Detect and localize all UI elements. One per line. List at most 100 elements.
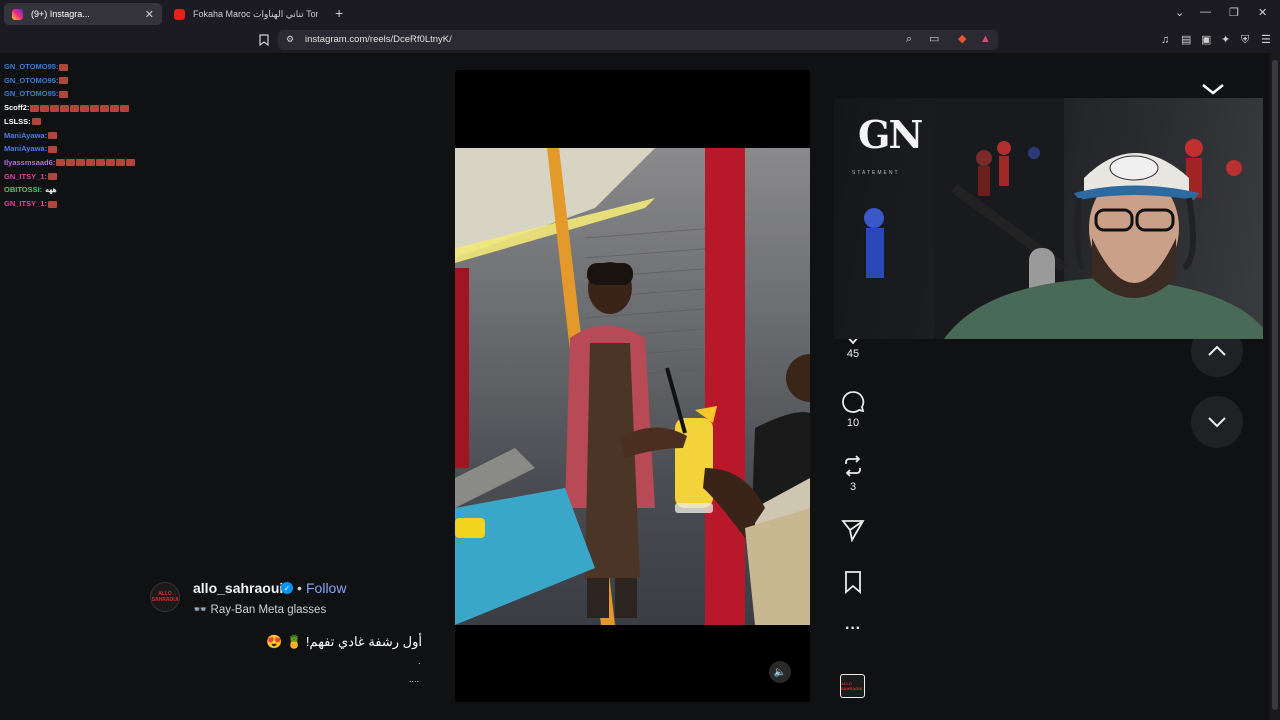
- tab-youtube[interactable]: Fokaha Maroc تناني الهناوات Tona2i l...: [166, 3, 326, 25]
- tab-title: (9+) Instagra...: [31, 9, 90, 19]
- chat-emote-icon: [116, 159, 126, 167]
- chat-emote-icon: [59, 77, 69, 85]
- chat-message: GN_OTOMO95:: [4, 87, 135, 101]
- tab-title: Fokaha Maroc تناني الهناوات Tona2i l...: [193, 8, 318, 19]
- more-options-icon[interactable]: ···: [838, 620, 868, 638]
- video-scene: [455, 148, 810, 625]
- chat-username: GN_OTOMO95:: [4, 62, 59, 71]
- chat-username: GN_ITSY_1:: [4, 171, 47, 181]
- chat-text: ههه: [45, 185, 57, 195]
- chat-emote-icon: [120, 104, 130, 112]
- chat-emote-icon: [47, 173, 57, 181]
- chat-emote-icon: [80, 104, 90, 112]
- audio-thumbnail[interactable]: ALLO SAHRAOUI: [840, 674, 865, 698]
- minimize-icon[interactable]: —: [1200, 6, 1211, 18]
- video-frame[interactable]: [455, 148, 810, 625]
- instagram-icon: [12, 8, 23, 20]
- brave-rewards-icon[interactable]: ▲: [980, 34, 991, 45]
- chat-username: ManiAyawa:: [4, 130, 48, 140]
- chat-message: GN_OTOMO95:: [4, 74, 135, 88]
- chat-emote-icon: [66, 159, 76, 167]
- channel-logo-subtitle: STATEMENT: [852, 170, 900, 176]
- avatar[interactable]: ALLO SAHRAOUI: [150, 582, 180, 612]
- chat-emote-icon: [50, 104, 60, 112]
- chat-emote-icon: [70, 104, 80, 112]
- chat-message: ManiAyawa:: [4, 129, 135, 143]
- follow-button[interactable]: Follow: [306, 580, 346, 596]
- tab-list-icon[interactable]: ⌄: [1175, 6, 1184, 19]
- comment-button[interactable]: 10: [838, 390, 868, 429]
- scrollbar-thumb[interactable]: [1272, 60, 1278, 710]
- youtube-icon: [174, 8, 185, 20]
- chat-emote-icon: [59, 90, 69, 98]
- audio-thumbnail-logo: ALLO SAHRAOUI: [841, 681, 863, 691]
- volume-icon[interactable]: 🔈: [769, 661, 791, 683]
- repost-count: 3: [849, 481, 857, 493]
- comment-icon: [842, 391, 865, 413]
- next-reel-button[interactable]: [1191, 396, 1243, 448]
- chat-emote-icon: [96, 159, 106, 167]
- chat-emote-icon: [60, 104, 70, 112]
- repost-button[interactable]: 3: [838, 454, 868, 493]
- close-window-icon[interactable]: ✕: [1258, 6, 1267, 19]
- chat-username: GN_OTOMO95:: [4, 89, 59, 99]
- tab-instagram[interactable]: (9+) Instagra... ✕: [4, 3, 162, 25]
- chat-emote-icon: [59, 63, 69, 71]
- username[interactable]: allo_sahraoui: [193, 580, 283, 596]
- chat-emote-icon: [48, 132, 58, 140]
- caption-more[interactable]: ....: [409, 674, 419, 684]
- tab-strip: (9+) Instagra... ✕ Fokaha Maroc تناني ال…: [0, 0, 1280, 27]
- close-tab-icon[interactable]: ✕: [145, 8, 154, 21]
- cast-icon[interactable]: ▭: [929, 34, 939, 45]
- chat-username: GN_OTOMO95:: [4, 75, 59, 85]
- chat-message: Ilyassmsaad6:: [4, 156, 136, 170]
- chat-emote-icon: [48, 145, 58, 153]
- leo-ai-icon[interactable]: ✦: [1221, 35, 1230, 46]
- brave-shield-icon[interactable]: ◆: [958, 34, 966, 45]
- chat-username: Ilyassmsaad6:: [4, 157, 56, 167]
- audio-info[interactable]: 👓 Ray-Ban Meta glasses: [193, 602, 326, 616]
- chevron-down-icon[interactable]: [1200, 82, 1226, 101]
- chat-username: LSLSS:: [4, 116, 31, 126]
- menu-icon[interactable]: ☰: [1261, 35, 1271, 46]
- separator-dot: •: [297, 580, 302, 596]
- wallet-icon[interactable]: ▣: [1201, 35, 1211, 46]
- chat-emote-icon: [100, 104, 110, 112]
- chat-emote-icon: [110, 104, 120, 112]
- vpn-icon[interactable]: ⛨: [1241, 35, 1249, 46]
- repost-icon: [845, 455, 861, 477]
- restore-icon[interactable]: ❐: [1229, 6, 1239, 19]
- chat-message: Scoff2:: [4, 101, 135, 115]
- share-button[interactable]: [838, 518, 868, 542]
- bookmark-icon: [845, 571, 861, 594]
- chat-emote-icon: [76, 159, 86, 167]
- zoom-icon[interactable]: ⌕: [906, 34, 912, 45]
- chat-message: ManiAyawa:: [4, 142, 135, 156]
- chevron-down-icon: [1208, 417, 1226, 428]
- media-icon[interactable]: ♫: [1161, 35, 1169, 46]
- chat-message: OBITOSSI: ههه: [4, 183, 135, 197]
- sidebar-icon[interactable]: ▤: [1181, 35, 1191, 46]
- reel-video-player[interactable]: 🔈: [455, 70, 810, 702]
- verified-badge-icon: ✓: [281, 582, 293, 594]
- comment-count: 10: [846, 417, 860, 429]
- chat-emote-icon: [56, 159, 66, 167]
- address-bar[interactable]: ⚙ instagram.com/reels/DceRf0LtnyK/ ⌕ ▭ ◆…: [278, 30, 998, 50]
- chat-username: GN_ITSY_1:: [4, 199, 47, 209]
- stream-chat-overlay: GN_OTOMO95: GN_OTOMO95: GN_OTOMO95: Scoff2:…: [4, 60, 136, 211]
- chat-emote-icon: [31, 118, 41, 126]
- chat-emote-icon: [30, 104, 40, 112]
- url-text[interactable]: instagram.com/reels/DceRf0LtnyK/: [305, 34, 452, 45]
- send-icon: [841, 520, 865, 542]
- chat-message: LSLSS:: [4, 115, 135, 129]
- chat-message: GN_ITSY_1:: [4, 170, 135, 184]
- save-button[interactable]: [838, 570, 868, 594]
- chevron-up-icon: [1208, 345, 1226, 356]
- glasses-icon: 👓: [193, 604, 211, 616]
- avatar-logo-text: ALLO SAHRAOUI: [151, 591, 179, 603]
- post-caption: أول رشفة غادي تفهم! 🍍 😍: [266, 634, 422, 649]
- caption-dot: .: [418, 656, 421, 666]
- new-tab-button[interactable]: +: [335, 5, 343, 21]
- bookmark-icon[interactable]: [259, 34, 269, 49]
- site-info-icon[interactable]: ⚙: [286, 35, 294, 44]
